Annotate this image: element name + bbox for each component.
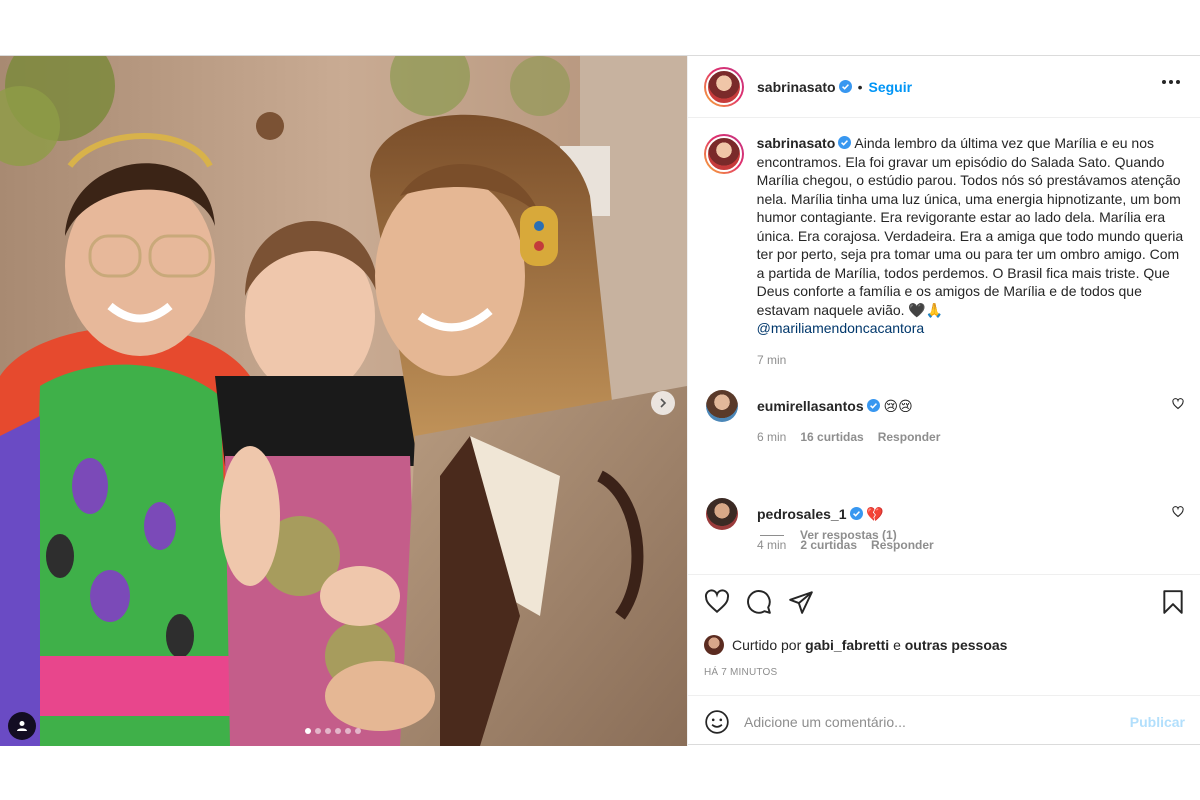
comment-likes[interactable]: 2 curtidas <box>800 538 857 552</box>
likes-summary: Curtido por gabi_fabretti e outras pesso… <box>704 635 1007 655</box>
emoji-icon[interactable] <box>704 709 730 735</box>
follow-button[interactable]: Seguir <box>869 79 913 95</box>
caption-text-block: sabrinasato Ainda lembro da última vez q… <box>757 134 1185 338</box>
add-comment-bar: Publicar <box>688 695 1200 747</box>
action-icons <box>704 589 1186 617</box>
caption-text: Ainda lembro da última vez que Marília e… <box>756 135 1184 318</box>
comment-item: pedrosales_1 💔 4 min 2 curtidas Responde… <box>704 498 1184 552</box>
post-header: sabrinasato • Seguir <box>688 56 1200 118</box>
carousel-dot <box>315 728 321 734</box>
liker-avatar[interactable] <box>704 635 724 655</box>
post-actions: Curtido por gabi_fabretti e outras pesso… <box>688 574 1200 746</box>
comment-item: eumirellasantos 😢😢 6 min 16 curtidas Res… <box>704 390 1184 444</box>
post-sidebar: sabrinasato • Seguir sabrinasato Ainda l… <box>687 56 1200 746</box>
comment-icon[interactable] <box>746 589 772 615</box>
publish-button[interactable]: Publicar <box>1130 714 1185 730</box>
comment-meta: 4 min 2 curtidas Responder <box>757 538 1184 552</box>
more-options-button[interactable] <box>1162 80 1180 84</box>
carousel-dot <box>325 728 331 734</box>
comment-time[interactable]: 4 min <box>757 538 786 552</box>
verified-icon <box>838 80 852 93</box>
post-caption: sabrinasato Ainda lembro da última vez q… <box>704 134 1185 338</box>
comment-avatar[interactable] <box>706 498 738 530</box>
comment-avatar[interactable] <box>706 390 738 422</box>
liked-by-others[interactable]: outras pessoas <box>905 637 1008 653</box>
comment-text: 😢😢 <box>883 397 913 414</box>
reply-button[interactable]: Responder <box>871 538 934 552</box>
caption-username[interactable]: sabrinasato <box>757 135 836 151</box>
liked-by-prefix: Curtido por <box>732 637 802 653</box>
comment-likes[interactable]: 16 curtidas <box>800 430 863 444</box>
carousel-next-button[interactable] <box>651 391 675 415</box>
header-separator: • <box>857 78 863 95</box>
caption-author-avatar[interactable] <box>704 134 744 174</box>
verified-icon <box>866 398 880 412</box>
reply-button[interactable]: Responder <box>878 430 941 444</box>
comment-text: 💔 <box>866 505 884 522</box>
user-tags-button[interactable] <box>8 712 36 740</box>
more-icon <box>1162 80 1166 84</box>
comment-time[interactable]: 6 min <box>757 430 786 444</box>
carousel-dot <box>345 728 351 734</box>
carousel-indicator <box>305 728 361 734</box>
post-photo[interactable] <box>0 56 687 746</box>
author-username[interactable]: sabrinasato <box>757 79 836 95</box>
chevron-right-icon <box>660 398 667 408</box>
heart-icon[interactable] <box>704 589 730 615</box>
carousel-dot <box>305 728 311 734</box>
comment-username[interactable]: pedrosales_1 <box>757 506 847 522</box>
caption-mention-link[interactable]: @mariliamendoncacantora <box>757 320 925 336</box>
carousel-dot <box>355 728 361 734</box>
instagram-post: sabrinasato • Seguir sabrinasato Ainda l… <box>0 55 1200 746</box>
caption-timestamp[interactable]: 7 min <box>757 353 1185 367</box>
verified-icon <box>849 506 863 520</box>
author-avatar[interactable] <box>704 66 744 107</box>
verified-icon <box>838 136 852 149</box>
comment-input[interactable] <box>744 713 1114 730</box>
comment-like-heart-icon[interactable] <box>1172 506 1184 518</box>
post-photo-illustration <box>0 56 687 746</box>
liked-by-conj: e <box>893 637 901 653</box>
comment-like-heart-icon[interactable] <box>1172 398 1184 410</box>
liked-by-user[interactable]: gabi_fabretti <box>805 637 889 653</box>
share-icon[interactable] <box>788 589 814 615</box>
comment-meta: 6 min 16 curtidas Responder <box>757 430 1184 444</box>
comment-username[interactable]: eumirellasantos <box>757 398 864 414</box>
comment-body: pedrosales_1 💔 <box>757 506 884 523</box>
comment-body: eumirellasantos 😢😢 <box>757 398 913 415</box>
bookmark-icon[interactable] <box>1160 589 1186 615</box>
post-time[interactable]: HÁ 7 MINUTOS <box>704 667 777 678</box>
user-tag-icon <box>17 721 27 731</box>
carousel-dot <box>335 728 341 734</box>
